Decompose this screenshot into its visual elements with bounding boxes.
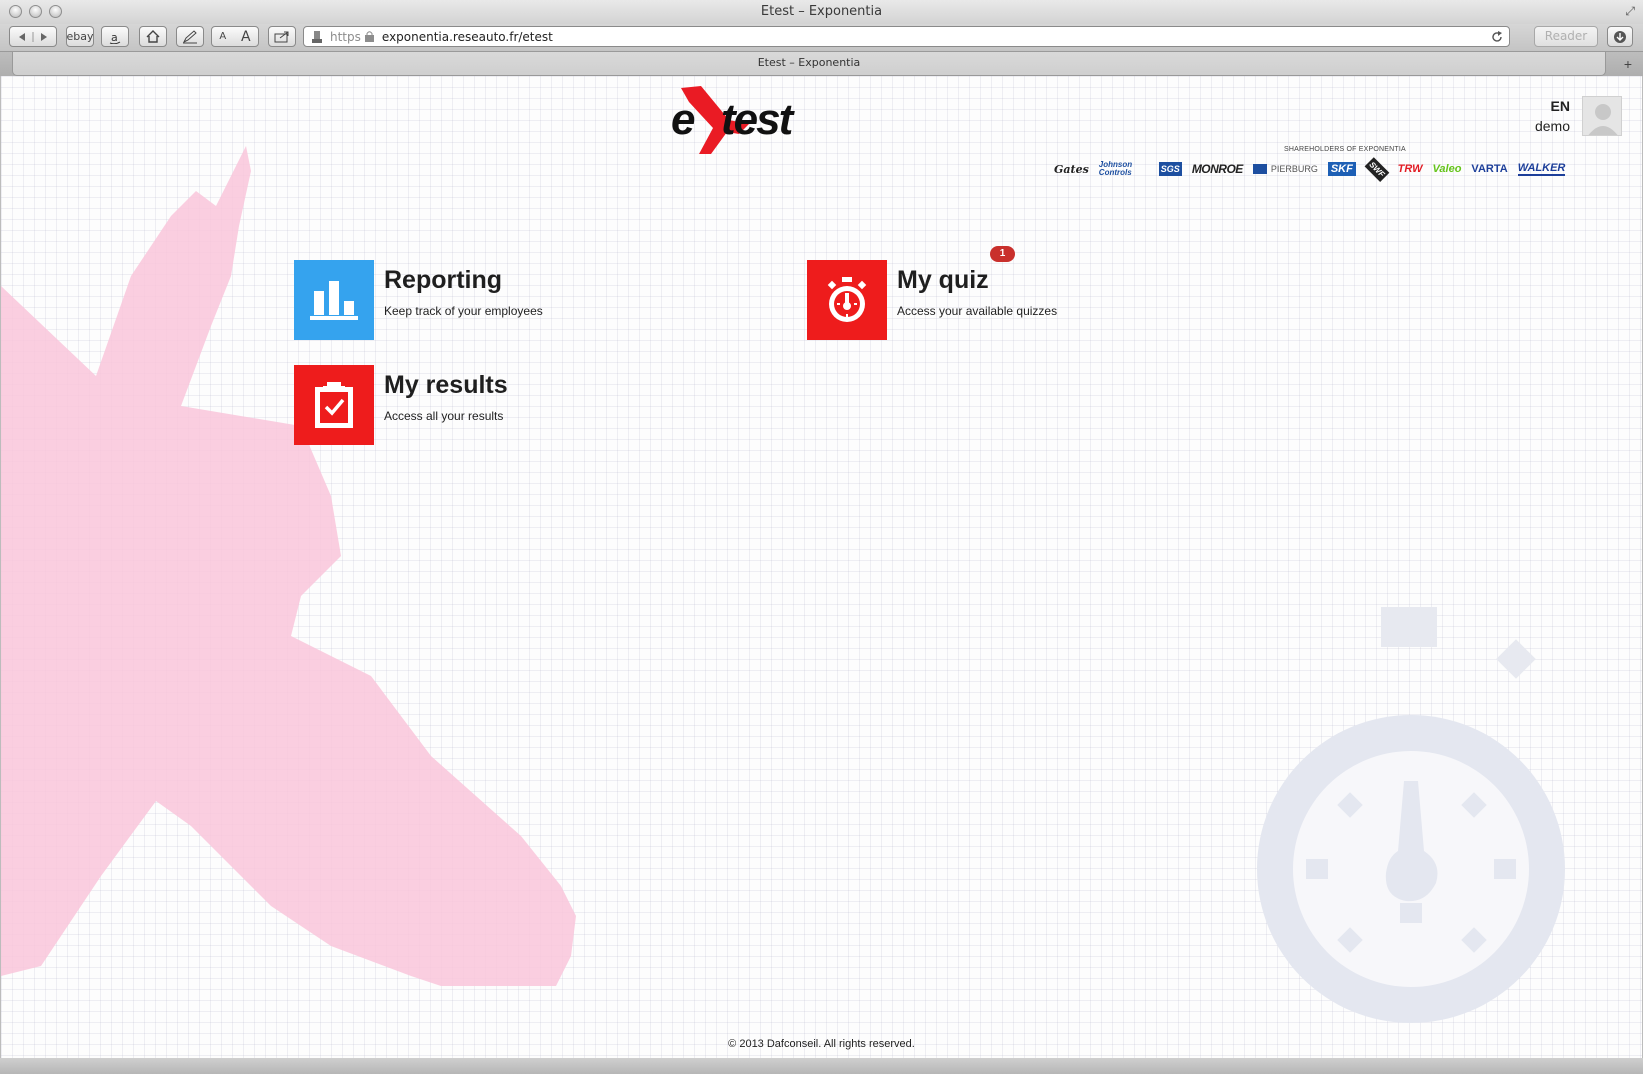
my-results-tile[interactable]: My results Access all your results <box>294 365 594 445</box>
text-size-buttons[interactable]: A A <box>211 26 259 47</box>
share-button[interactable] <box>268 26 296 47</box>
reporting-title: Reporting <box>384 266 503 294</box>
my-quiz-subtitle: Access your available quizzes <box>897 304 1058 318</box>
svg-text:e: e <box>671 95 695 144</box>
edit-bookmarks-button[interactable] <box>176 26 204 47</box>
svg-text:test: test <box>721 95 796 144</box>
brand-logo: PIERBURG <box>1252 164 1318 174</box>
my-results-title: My results <box>384 371 508 399</box>
reporting-tile[interactable]: Reporting Keep track of your employees <box>294 260 594 340</box>
username-label[interactable]: demo <box>1535 118 1570 134</box>
share-icon <box>274 31 289 43</box>
window-bottom-bar <box>0 1058 1643 1074</box>
reload-icon[interactable] <box>1491 31 1503 43</box>
brand-logo: VARTA <box>1471 163 1508 175</box>
url-address: exponentia.reseauto.fr/etest <box>381 29 553 44</box>
background-x-decoration <box>1 146 576 986</box>
downloads-button[interactable] <box>1607 26 1633 47</box>
shareholder-logos: Gates Johnson Controls SGS MONROE PIERBU… <box>1054 156 1566 182</box>
reporting-icon-box <box>294 260 374 340</box>
footer-copyright: © 2013 Dafconseil. All rights reserved. <box>728 1038 915 1050</box>
avatar[interactable] <box>1582 96 1622 136</box>
my-quiz-title: My quiz <box>897 266 989 294</box>
reader-button[interactable]: Reader <box>1534 26 1598 47</box>
brand-logo: SGS <box>1158 162 1182 176</box>
new-tab-button[interactable]: + <box>1617 54 1639 74</box>
amazon-icon: a <box>109 31 121 44</box>
background-stopwatch-decoration <box>1257 607 1565 1023</box>
text-smaller-button[interactable]: A <box>219 31 226 42</box>
brand-logo: SKF <box>1327 162 1356 176</box>
brand-logo: SWF <box>1364 156 1390 182</box>
lock-icon <box>364 31 374 42</box>
tab-bar: Etest – Exponentia + <box>0 51 1643 76</box>
extest-logo: e test <box>671 86 798 154</box>
user-silhouette-icon <box>1588 104 1618 135</box>
tab-etest[interactable]: Etest – Exponentia <box>12 52 1606 76</box>
web-page: e test EN demo SHAREHOLDERS OF EXPONENTI… <box>1 76 1642 1058</box>
certificate-icon <box>312 31 322 43</box>
pencil-icon <box>182 29 197 43</box>
home-icon <box>146 30 160 43</box>
my-quiz-icon-box <box>807 260 887 340</box>
svg-text:a: a <box>111 31 118 44</box>
brand-logo: Johnson Controls <box>1098 160 1133 177</box>
bar-chart-icon <box>310 281 358 320</box>
text-larger-button[interactable]: A <box>241 29 251 45</box>
download-icon <box>1614 30 1626 43</box>
fullscreen-icon[interactable]: ⤢ <box>1625 4 1635 19</box>
my-results-subtitle: Access all your results <box>384 409 504 423</box>
language-selector[interactable]: EN <box>1551 98 1570 114</box>
amazon-bookmark-button[interactable]: a <box>101 26 129 47</box>
address-bar[interactable]: https exponentia.reseauto.fr/etest <box>303 26 1510 47</box>
my-results-icon-box <box>294 365 374 445</box>
brand-logo: TRW <box>1397 163 1423 175</box>
back-forward-buttons[interactable] <box>9 26 57 47</box>
reporting-subtitle: Keep track of your employees <box>384 304 543 318</box>
brand-logo: Gates <box>1054 162 1089 176</box>
clipboard-check-icon <box>315 382 353 428</box>
brand-logo: MONROE <box>1191 162 1244 176</box>
stopwatch-icon <box>827 277 867 322</box>
browser-toolbar: ebay a A A https exponentia.reseauto.fr/… <box>0 24 1643 51</box>
home-button[interactable] <box>139 26 167 47</box>
my-quiz-tile[interactable]: My quiz Access your available quizzes <box>807 260 1107 340</box>
ebay-bookmark-button[interactable]: ebay <box>66 26 94 47</box>
shareholders-label: SHAREHOLDERS OF EXPONENTIA <box>1284 146 1406 153</box>
back-forward-icon <box>19 31 47 42</box>
quiz-count-badge: 1 <box>990 246 1015 262</box>
window-titlebar: Etest – Exponentia ⤢ <box>0 0 1643 24</box>
brand-logo: WALKER <box>1517 162 1566 176</box>
window-title: Etest – Exponentia <box>760 4 883 19</box>
url-protocol: https <box>330 29 361 44</box>
brand-logo: Valeo <box>1432 163 1462 175</box>
